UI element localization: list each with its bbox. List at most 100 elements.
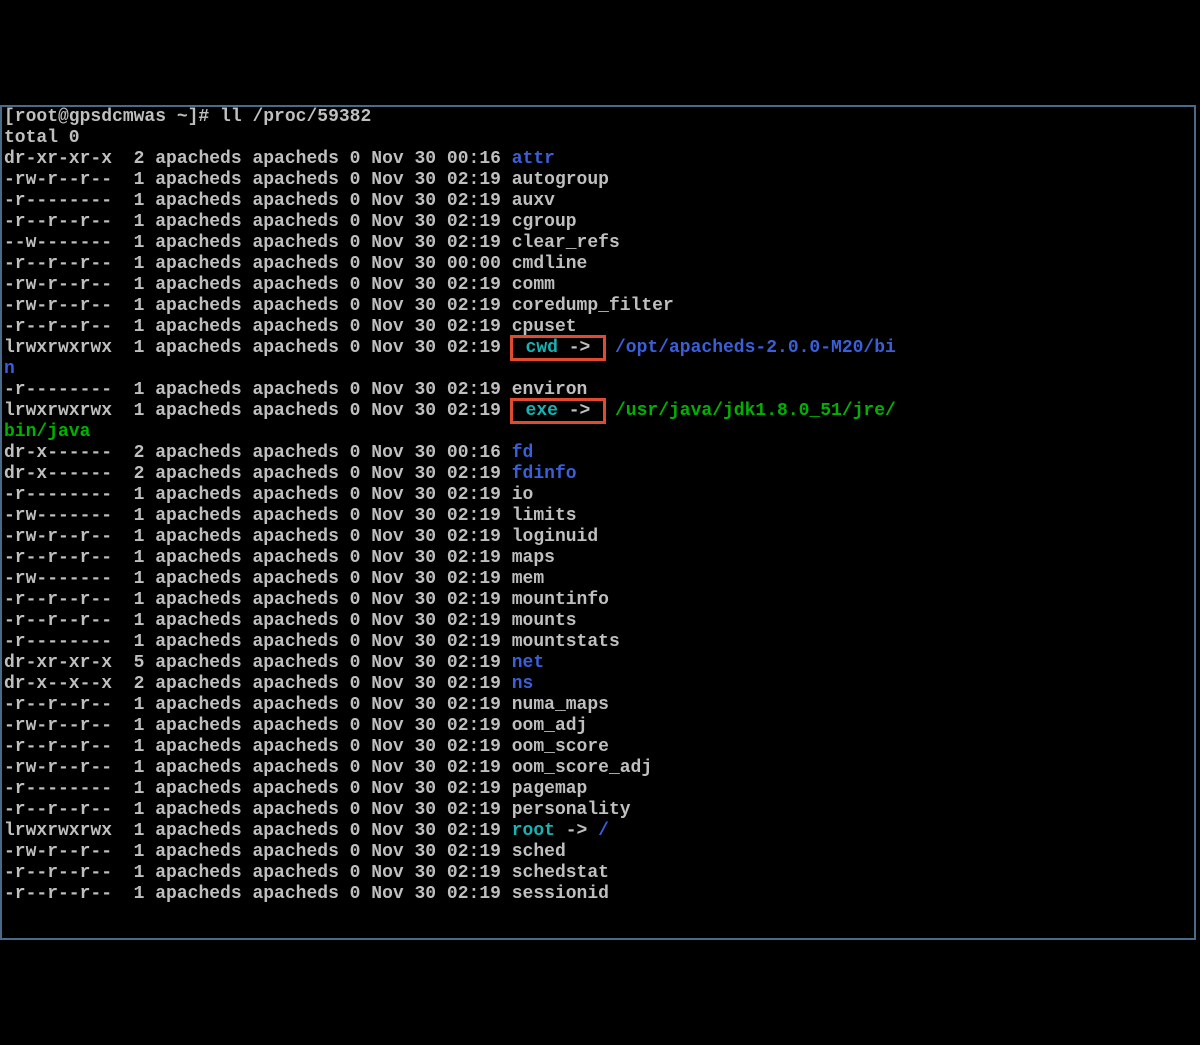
time: 02:19	[436, 569, 501, 589]
time: 02:19	[436, 779, 501, 799]
month: Nov	[360, 884, 403, 904]
perm: -r--r--r--	[4, 737, 112, 757]
month: Nov	[360, 632, 403, 652]
owner: apacheds	[144, 170, 241, 190]
time: 02:19	[436, 737, 501, 757]
terminal-line: dr-x------ 2 apacheds apacheds 0 Nov 30 …	[4, 464, 1192, 485]
day: 30	[404, 653, 436, 673]
owner: apacheds	[144, 548, 241, 568]
links: 1	[112, 569, 144, 589]
terminal-line: -r-------- 1 apacheds apacheds 0 Nov 30 …	[4, 779, 1192, 800]
terminal-line: --w------- 1 apacheds apacheds 0 Nov 30 …	[4, 233, 1192, 254]
terminal-line: -rw------- 1 apacheds apacheds 0 Nov 30 …	[4, 506, 1192, 527]
group: apacheds	[242, 695, 339, 715]
month: Nov	[360, 485, 403, 505]
perm: -r--------	[4, 485, 112, 505]
terminal-line: -rw-r--r-- 1 apacheds apacheds 0 Nov 30 …	[4, 527, 1192, 548]
perm: -r--------	[4, 380, 112, 400]
month: Nov	[360, 842, 403, 862]
time: 02:19	[436, 884, 501, 904]
terminal-window[interactable]: [root@gpsdcmwas ~]# ll /proc/59382total …	[0, 105, 1196, 940]
terminal-line: lrwxrwxrwx 1 apacheds apacheds 0 Nov 30 …	[4, 338, 1192, 359]
month: Nov	[360, 674, 403, 694]
time: 02:19	[436, 401, 501, 421]
file-name: pagemap	[512, 779, 588, 799]
file-name: sessionid	[512, 884, 609, 904]
file-name: coredump_filter	[512, 296, 674, 316]
perm: -rw-r--r--	[4, 716, 112, 736]
day: 30	[404, 674, 436, 694]
size: 0	[339, 590, 361, 610]
size: 0	[339, 821, 361, 841]
owner: apacheds	[144, 884, 241, 904]
link-target: /opt/apacheds-2.0.0-M20/bi	[615, 338, 896, 358]
owner: apacheds	[144, 233, 241, 253]
month: Nov	[360, 296, 403, 316]
file-name: mountinfo	[512, 590, 609, 610]
time: 02:19	[436, 380, 501, 400]
terminal-line: -r--r--r-- 1 apacheds apacheds 0 Nov 30 …	[4, 800, 1192, 821]
terminal-line: -r-------- 1 apacheds apacheds 0 Nov 30 …	[4, 191, 1192, 212]
size: 0	[339, 380, 361, 400]
day: 30	[404, 254, 436, 274]
size: 0	[339, 842, 361, 862]
size: 0	[339, 443, 361, 463]
owner: apacheds	[144, 485, 241, 505]
links: 1	[112, 800, 144, 820]
time: 02:19	[436, 821, 501, 841]
file-name: cpuset	[512, 317, 577, 337]
month: Nov	[360, 506, 403, 526]
group: apacheds	[242, 464, 339, 484]
perm: lrwxrwxrwx	[4, 338, 112, 358]
shell-command: ll /proc/59382	[220, 107, 371, 127]
month: Nov	[360, 317, 403, 337]
time: 02:19	[436, 590, 501, 610]
file-name: fd	[512, 443, 534, 463]
owner: apacheds	[144, 401, 241, 421]
terminal-line: bin/java	[4, 422, 1192, 443]
size: 0	[339, 296, 361, 316]
terminal-line: -rw-r--r-- 1 apacheds apacheds 0 Nov 30 …	[4, 170, 1192, 191]
size: 0	[339, 254, 361, 274]
terminal-line: -r--r--r-- 1 apacheds apacheds 0 Nov 30 …	[4, 737, 1192, 758]
terminal-line: -rw-r--r-- 1 apacheds apacheds 0 Nov 30 …	[4, 842, 1192, 863]
time: 02:19	[436, 611, 501, 631]
group: apacheds	[242, 275, 339, 295]
month: Nov	[360, 569, 403, 589]
group: apacheds	[242, 380, 339, 400]
group: apacheds	[242, 338, 339, 358]
links: 2	[112, 149, 144, 169]
owner: apacheds	[144, 254, 241, 274]
day: 30	[404, 485, 436, 505]
terminal-line: dr-x------ 2 apacheds apacheds 0 Nov 30 …	[4, 443, 1192, 464]
size: 0	[339, 695, 361, 715]
size: 0	[339, 863, 361, 883]
group: apacheds	[242, 548, 339, 568]
owner: apacheds	[144, 443, 241, 463]
day: 30	[404, 191, 436, 211]
day: 30	[404, 317, 436, 337]
file-name: root	[512, 821, 555, 841]
day: 30	[404, 695, 436, 715]
size: 0	[339, 401, 361, 421]
month: Nov	[360, 758, 403, 778]
size: 0	[339, 485, 361, 505]
time: 02:19	[436, 716, 501, 736]
group: apacheds	[242, 779, 339, 799]
links: 1	[112, 191, 144, 211]
day: 30	[404, 338, 436, 358]
file-name: mounts	[512, 611, 577, 631]
file-name: mountstats	[512, 632, 620, 652]
perm: -r--r--r--	[4, 884, 112, 904]
link-target-wrap: n	[4, 359, 15, 379]
day: 30	[404, 569, 436, 589]
group: apacheds	[242, 884, 339, 904]
owner: apacheds	[144, 716, 241, 736]
day: 30	[404, 464, 436, 484]
time: 02:19	[436, 548, 501, 568]
file-name: environ	[512, 380, 588, 400]
time: 00:00	[436, 254, 501, 274]
perm: -r--r--r--	[4, 800, 112, 820]
group: apacheds	[242, 233, 339, 253]
size: 0	[339, 611, 361, 631]
